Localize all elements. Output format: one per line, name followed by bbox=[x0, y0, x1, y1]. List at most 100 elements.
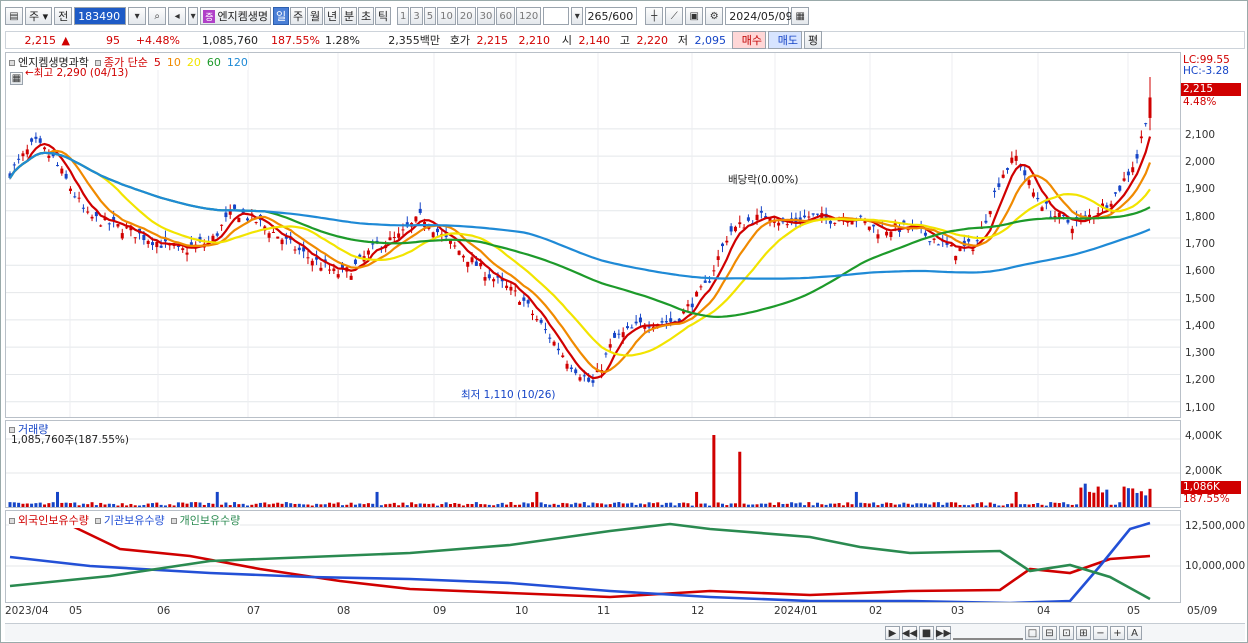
high-price: 2,220 bbox=[636, 33, 669, 47]
date-input[interactable]: 2024/05/09 bbox=[725, 7, 793, 25]
eval-button[interactable]: 평 bbox=[804, 31, 822, 49]
rewind-icon[interactable]: ◀◀ bbox=[902, 626, 917, 640]
speaker-dropdown-icon[interactable]: ▾ bbox=[188, 7, 199, 25]
count-input[interactable]: 265/600 bbox=[585, 7, 638, 25]
interval-tab[interactable]: 5 bbox=[423, 7, 437, 25]
tool-icon[interactable]: ⊟ bbox=[1042, 626, 1057, 640]
price-mark bbox=[522, 297, 526, 301]
stock-name-badge[interactable]: 증 엔지켐생명 bbox=[200, 7, 272, 25]
price-chart bbox=[6, 53, 1180, 417]
volume-bar bbox=[315, 503, 319, 507]
price-mark bbox=[146, 240, 150, 244]
interval-tab[interactable]: 120 bbox=[516, 7, 542, 25]
price-mark bbox=[64, 173, 68, 179]
volume-bar bbox=[194, 502, 198, 507]
period-tab[interactable]: 주 bbox=[290, 7, 307, 25]
volume-bar bbox=[107, 503, 111, 507]
price-mark bbox=[803, 215, 807, 218]
tool-icon[interactable]: ⊡ bbox=[1059, 626, 1074, 640]
volume-panel[interactable] bbox=[5, 420, 1181, 508]
volume-bar bbox=[854, 491, 858, 507]
bid-price: 2,210 bbox=[518, 33, 551, 47]
volume-bar bbox=[893, 504, 897, 507]
buy-button[interactable]: 매수 bbox=[732, 31, 766, 49]
volume-bar bbox=[617, 502, 621, 507]
custom-interval-input[interactable] bbox=[543, 7, 570, 25]
volume-bar bbox=[746, 504, 750, 507]
price-mark bbox=[1135, 154, 1139, 159]
chart-type-icon[interactable]: ┼ bbox=[645, 7, 664, 25]
volume-bar bbox=[604, 504, 608, 507]
price-mark bbox=[928, 241, 932, 243]
interval-tab[interactable]: 30 bbox=[476, 7, 496, 25]
volume-bar bbox=[1148, 488, 1152, 507]
volume-bar bbox=[958, 504, 962, 507]
price-mark bbox=[453, 245, 457, 247]
volume-bar bbox=[319, 504, 323, 507]
volume-bar bbox=[34, 503, 38, 507]
minus-icon[interactable]: − bbox=[1093, 626, 1108, 640]
volume-bar bbox=[271, 503, 275, 507]
period-tab[interactable]: 분 bbox=[341, 7, 358, 25]
period-tab[interactable]: 틱 bbox=[375, 7, 392, 25]
volume-bar bbox=[833, 503, 837, 507]
volume-bar bbox=[284, 502, 288, 507]
font-size-icon[interactable]: A bbox=[1127, 626, 1142, 640]
tool-icon[interactable]: □ bbox=[1025, 626, 1040, 640]
price-mark bbox=[349, 275, 353, 280]
volume-bar bbox=[811, 505, 815, 507]
volume-bar bbox=[587, 505, 591, 507]
calendar-icon[interactable]: ▦ bbox=[791, 7, 810, 25]
volume-bar bbox=[807, 502, 811, 507]
interval-tab[interactable]: 10 bbox=[437, 7, 456, 25]
sell-button[interactable]: 매도 bbox=[768, 31, 802, 49]
price-mark bbox=[1131, 167, 1135, 173]
period-tab[interactable]: 일 bbox=[273, 7, 290, 25]
volume-bar bbox=[1010, 503, 1014, 507]
period-tab[interactable]: 년 bbox=[324, 7, 341, 25]
forward-icon[interactable]: ▶▶ bbox=[936, 626, 951, 640]
zoom-slider[interactable] bbox=[953, 626, 1023, 640]
play-icon[interactable]: ▶ bbox=[885, 626, 900, 640]
price-mark bbox=[483, 277, 487, 281]
interval-tab[interactable]: 20 bbox=[456, 7, 476, 25]
price-mark bbox=[638, 317, 642, 323]
window-menu-icon[interactable]: ▤ bbox=[5, 7, 23, 25]
price-mark bbox=[38, 138, 42, 143]
legend-square-icon bbox=[9, 427, 15, 433]
stock-code-input[interactable]: 183490 bbox=[74, 7, 127, 25]
gear-icon[interactable]: ⚙ bbox=[705, 7, 724, 25]
period-tab[interactable]: 초 bbox=[358, 7, 375, 25]
volume-bar bbox=[81, 503, 85, 507]
price-mark bbox=[414, 216, 418, 222]
prev-button[interactable]: 전 bbox=[54, 7, 73, 25]
interval-dropdown-icon[interactable]: ▾ bbox=[571, 7, 584, 25]
price-mark bbox=[431, 232, 435, 238]
market-select[interactable]: 주 ▾ bbox=[25, 7, 53, 25]
volume-bar bbox=[30, 503, 34, 507]
bottom-scroll-bar[interactable]: ▶ ◀◀ ■ ▶▶ □ ⊟ ⊡ ⊞ − + A bbox=[5, 623, 1245, 641]
price-mark bbox=[397, 233, 401, 238]
interval-tab[interactable]: 3 bbox=[410, 7, 423, 25]
price-mark bbox=[418, 208, 422, 213]
plus-icon[interactable]: + bbox=[1110, 626, 1125, 640]
stop-icon[interactable]: ■ bbox=[919, 626, 934, 640]
period-tab[interactable]: 월 bbox=[307, 7, 324, 25]
volume-bar bbox=[1062, 502, 1066, 507]
price-chart-panel[interactable] bbox=[5, 52, 1181, 418]
volume-bar bbox=[1118, 502, 1122, 507]
search-icon[interactable]: ⌕ bbox=[148, 7, 167, 25]
volume-bar bbox=[388, 503, 392, 507]
speaker-icon[interactable]: ◂ bbox=[168, 7, 187, 25]
code-dropdown-icon[interactable]: ▾ bbox=[128, 7, 147, 25]
volume: 1,085,760 bbox=[202, 33, 258, 47]
line-tool-icon[interactable]: ⟋ bbox=[665, 7, 684, 25]
interval-tab[interactable]: 60 bbox=[496, 7, 516, 25]
save-icon[interactable]: ▣ bbox=[685, 7, 704, 25]
volume-bar bbox=[224, 502, 228, 507]
interval-tab[interactable]: 1 bbox=[397, 7, 410, 25]
price-mark bbox=[60, 168, 64, 174]
stock-name: 엔지켐생명 bbox=[217, 10, 269, 23]
tool-icon[interactable]: ⊞ bbox=[1076, 626, 1091, 640]
price-panel-settings-icon[interactable]: ▦ bbox=[10, 72, 23, 85]
